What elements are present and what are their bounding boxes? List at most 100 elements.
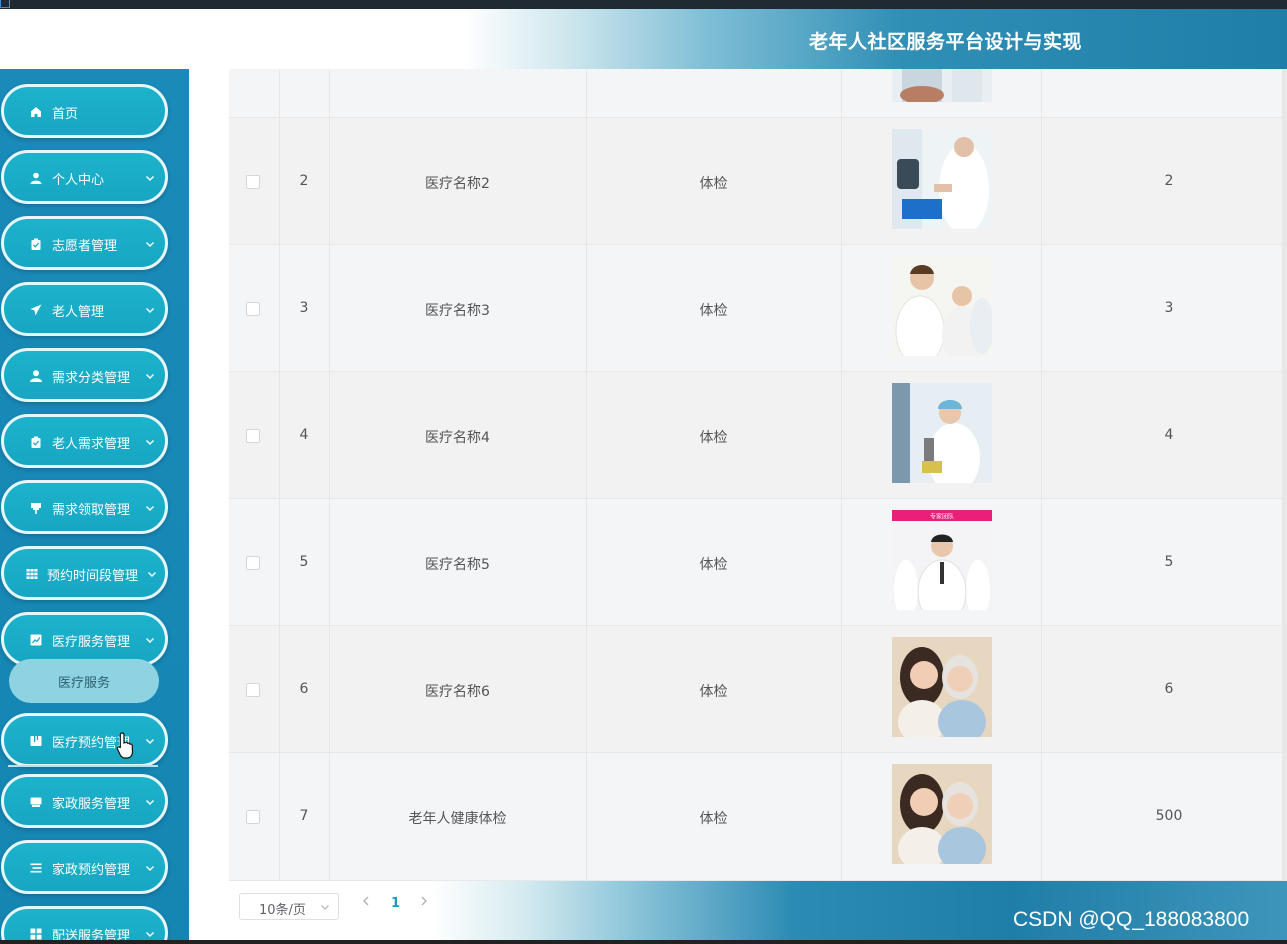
sidebar-item-medical-service[interactable]: 医疗服务管理 xyxy=(1,612,168,666)
chevron-down-icon xyxy=(146,308,154,313)
chevron-down-icon xyxy=(146,374,154,379)
row-index: 4 xyxy=(299,427,309,443)
sidebar-item-demand-category[interactable]: 需求分类管理 xyxy=(1,348,168,402)
chevron-down-icon xyxy=(146,739,154,744)
pin-icon xyxy=(31,503,41,514)
sidebar-item-label: 家政服务管理 xyxy=(52,797,131,812)
hand-cursor-icon xyxy=(116,732,134,759)
sidebar-item-housekeeping-service[interactable]: 家政服务管理 xyxy=(1,774,168,828)
sidebar-item-label: 个人中心 xyxy=(52,173,105,188)
column-divider xyxy=(1041,69,1042,881)
service-type: 体检 xyxy=(699,176,728,192)
sidebar-item-label: 老人管理 xyxy=(52,305,105,320)
service-photo xyxy=(892,129,992,229)
row-checkbox[interactable] xyxy=(246,302,260,316)
service-type: 体检 xyxy=(699,684,728,700)
service-photo xyxy=(892,764,992,864)
sidebar-item-label: 首页 xyxy=(52,107,79,122)
service-photo xyxy=(892,256,992,356)
sidebar-item-profile[interactable]: 个人中心 xyxy=(1,150,168,204)
table-row: 2 医疗名称2 体检 2 xyxy=(229,118,1287,245)
person-icon xyxy=(30,370,42,382)
home-icon xyxy=(31,107,41,117)
tray-icon xyxy=(30,797,42,807)
sidebar-item-housekeeping-booking[interactable]: 家政预约管理 xyxy=(1,840,168,894)
chevron-down-icon xyxy=(146,242,154,247)
apps-icon xyxy=(30,928,42,940)
row-index: 3 xyxy=(299,300,309,316)
row-index: 5 xyxy=(299,554,309,570)
row-index: 7 xyxy=(299,808,309,824)
column-divider xyxy=(279,69,280,881)
next-page-icon[interactable] xyxy=(419,895,429,907)
sidebar-item-medical-booking[interactable]: 医疗预约管理 xyxy=(1,713,168,767)
sidebar-item-label: 预约时间段管理 xyxy=(47,569,139,584)
service-name: 医疗名称6 xyxy=(425,684,490,700)
row-checkbox[interactable] xyxy=(246,683,260,697)
prev-page-icon[interactable] xyxy=(361,895,371,907)
service-value: 500 xyxy=(1155,808,1183,824)
column-divider xyxy=(586,69,587,881)
column-divider xyxy=(329,69,330,881)
grid-icon xyxy=(26,569,38,579)
service-name: 医疗名称3 xyxy=(425,303,490,319)
page-title: 老年人社区服务平台设计与实现 xyxy=(809,31,1083,53)
service-type: 体检 xyxy=(699,557,728,573)
service-name: 医疗名称2 xyxy=(425,176,490,192)
sidebar-item-volunteers[interactable]: 志愿者管理 xyxy=(1,216,168,270)
chevron-down-icon xyxy=(146,800,154,805)
sidebar-item-home[interactable]: 首页 xyxy=(1,84,168,138)
service-name: 老年人健康体检 xyxy=(408,811,507,827)
sidebar-item-label: 志愿者管理 xyxy=(52,239,118,254)
service-name: 医疗名称4 xyxy=(425,430,490,446)
sidebar-subitem-medical-service[interactable]: 医疗服务 xyxy=(9,659,159,703)
sidebar: 首页 个人中心 志愿者管理 老人管理 需求分类管理 老人需求管理 需求领取管理 … xyxy=(0,69,189,944)
table-row-partial xyxy=(229,69,1287,118)
chart-icon xyxy=(30,634,42,646)
chevron-down-icon xyxy=(146,176,154,181)
table-row: 4 医疗名称4 体检 4 xyxy=(229,372,1287,499)
chevron-down-icon xyxy=(146,638,154,643)
chevron-down-icon xyxy=(146,866,154,871)
service-type: 体检 xyxy=(699,430,728,446)
watermark: CSDN @QQ_188083800 xyxy=(1013,908,1250,931)
row-checkbox[interactable] xyxy=(246,556,260,570)
table-row: 5 医疗名称5 体检 专家团队 5 xyxy=(229,499,1287,626)
page-size-select[interactable]: 10条/页 xyxy=(239,893,339,920)
user-icon xyxy=(30,172,42,184)
row-checkbox[interactable] xyxy=(246,429,260,443)
service-value: 4 xyxy=(1164,427,1174,443)
service-value: 3 xyxy=(1164,300,1174,316)
service-name: 医疗名称5 xyxy=(425,557,490,573)
chevron-down-icon xyxy=(146,440,154,445)
clipboard-icon xyxy=(31,238,41,250)
book-icon xyxy=(30,736,42,746)
row-index: 6 xyxy=(299,681,309,697)
app-header: 老年人社区服务平台设计与实现 xyxy=(0,9,1287,69)
row-checkbox[interactable] xyxy=(246,810,260,824)
sidebar-item-elderly-demand[interactable]: 老人需求管理 xyxy=(1,414,168,468)
chevron-down-icon xyxy=(146,506,154,511)
page-number-current[interactable]: 1 xyxy=(391,896,400,911)
service-photo: 专家团队 xyxy=(892,510,992,610)
scrollbar[interactable] xyxy=(1283,69,1287,881)
sidebar-item-label: 需求分类管理 xyxy=(52,371,131,386)
medical-service-table: 2 医疗名称2 体检 2 3 医疗名称3 体检 3 4 医疗名称4 体检 4 5… xyxy=(229,69,1287,881)
sidebar-item-delivery-service[interactable]: 配送服务管理 xyxy=(1,906,168,944)
sidebar-item-elderly[interactable]: 老人管理 xyxy=(1,282,168,336)
chevron-down-icon xyxy=(148,572,156,577)
browser-top-strip xyxy=(0,0,1287,9)
main-content: 2 医疗名称2 体检 2 3 医疗名称3 体检 3 4 医疗名称4 体检 4 5… xyxy=(189,69,1287,944)
column-divider xyxy=(841,69,842,881)
sidebar-item-time-slots[interactable]: 预约时间段管理 xyxy=(1,546,168,600)
service-photo xyxy=(892,69,992,102)
table-row: 7 老年人健康体检 体检 500 xyxy=(229,753,1287,881)
row-checkbox[interactable] xyxy=(246,175,260,189)
sidebar-item-demand-claim[interactable]: 需求领取管理 xyxy=(1,480,168,534)
expert-banner-text: 专家团队 xyxy=(930,513,954,521)
service-photo xyxy=(892,383,992,483)
sidebar-item-label: 需求领取管理 xyxy=(52,503,131,518)
sidebar-item-label: 医疗服务管理 xyxy=(52,635,131,650)
list-icon xyxy=(30,863,42,873)
service-value: 6 xyxy=(1164,681,1174,697)
